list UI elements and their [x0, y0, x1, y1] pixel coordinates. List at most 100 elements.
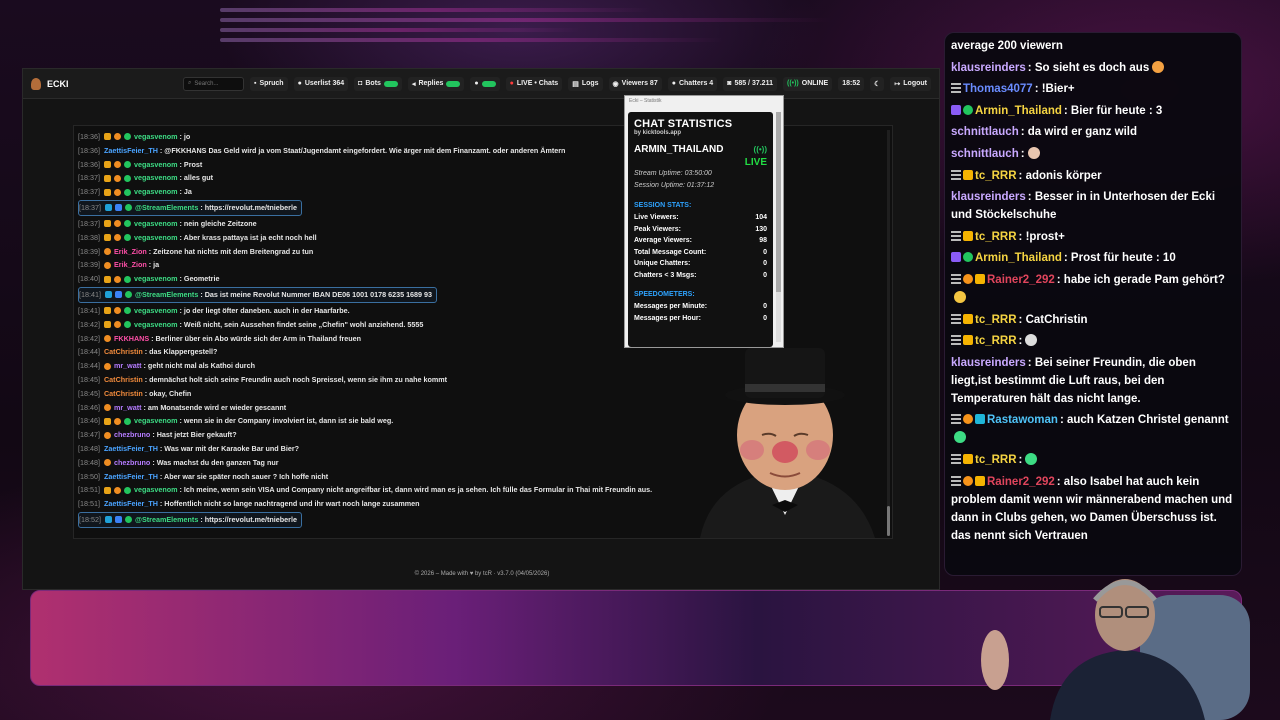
- chat-text: : nein gleiche Zeitzone: [179, 218, 257, 228]
- chat-username[interactable]: ZaettisFeier_TH: [104, 497, 158, 511]
- crown-badge-icon: [963, 335, 973, 346]
- overlay-message: Rainer2_292: habe ich gerade Pam gehört?: [951, 271, 1235, 307]
- theme-toggle[interactable]: ☾: [870, 76, 885, 91]
- chatters-button[interactable]: ● Chatters 4: [667, 76, 718, 91]
- chat-username[interactable]: mr_watt: [114, 401, 142, 415]
- stats-window[interactable]: Ecki – Statistik CHAT STATISTICS by kick…: [624, 95, 784, 348]
- user-badge-icon: [113, 220, 121, 228]
- chat-username[interactable]: FKKHANS: [114, 332, 149, 346]
- user-badge-icon: [114, 516, 122, 524]
- chat-username[interactable]: vegasvenom: [134, 185, 178, 199]
- bots-toggle[interactable]: ◘ Bots: [354, 76, 402, 91]
- chat-username[interactable]: @StreamElements: [135, 201, 198, 215]
- stat-label: Messages per Hour:: [634, 314, 701, 322]
- user-badge-icon: [123, 307, 131, 315]
- viewers-button[interactable]: ◉ Viewers 87: [608, 76, 662, 91]
- chat-username[interactable]: vegasvenom: [134, 304, 178, 318]
- user-badge-icon: [113, 133, 121, 141]
- chat-text: : Ja: [179, 187, 192, 197]
- message-timestamp: [18:51]: [78, 485, 100, 495]
- chatters-icon: ●: [671, 80, 676, 87]
- overlay-username: Armin_Thailand: [975, 252, 1062, 265]
- chat-username[interactable]: mr_watt: [114, 359, 142, 373]
- chat-username[interactable]: vegasvenom: [134, 272, 178, 286]
- stats-scrollbar[interactable]: [776, 112, 781, 342]
- chat-username[interactable]: vegasvenom: [134, 483, 178, 497]
- lines-badge-icon: [951, 414, 961, 425]
- brand[interactable]: ECKI: [31, 77, 177, 90]
- chat-username[interactable]: CatChristin: [104, 373, 143, 387]
- message-timestamp: [18:36]: [78, 132, 100, 141]
- user-badge-icon: [113, 307, 121, 315]
- overlay-message: tc_RRR: !prost+: [951, 228, 1235, 246]
- overlay-message: Rastawoman: auch Katzen Christel genannt: [951, 411, 1235, 447]
- chat-username[interactable]: Erik_Zion: [114, 245, 147, 259]
- message-timestamp: [18:39]: [78, 246, 100, 256]
- stats-live: LIVE: [744, 157, 767, 168]
- stat-value: 98: [759, 237, 767, 244]
- group-toggle[interactable]: ●: [470, 76, 500, 91]
- stat-label: Live Viewers:: [634, 214, 679, 221]
- lines-badge-icon: [951, 83, 961, 94]
- chat-username[interactable]: CatChristin: [104, 345, 143, 359]
- stream-uptime: Stream Uptime: 03:50:00: [634, 170, 712, 177]
- user-badge-icon: [124, 516, 132, 524]
- bots-switch[interactable]: [383, 80, 398, 87]
- stat-row: Live Viewers: 104: [634, 212, 767, 224]
- stat-value: 0: [763, 248, 767, 256]
- webcam-feed: [981, 579, 1250, 720]
- logout-button[interactable]: ↦ Logout: [890, 76, 931, 91]
- chat-username[interactable]: ZaettisFeier_TH: [104, 144, 158, 158]
- chat-username[interactable]: @StreamElements: [135, 513, 198, 527]
- overlay-message: tc_RRR: adonis körper: [951, 167, 1235, 185]
- chat-username[interactable]: CatChristin: [104, 387, 143, 401]
- chat-text: : Was machst du den ganzen Tag nur: [152, 457, 279, 467]
- stat-row: Unique Chatters: 0: [634, 258, 767, 270]
- stats-title: CHAT STATISTICS: [634, 118, 733, 130]
- green-badge-icon: [963, 252, 973, 263]
- message-timestamp: [18:37]: [78, 218, 100, 228]
- chat-username[interactable]: Erik_Zion: [114, 258, 147, 272]
- replies-toggle[interactable]: ◂ Replies: [407, 76, 465, 91]
- stat-value: 130: [755, 225, 767, 233]
- overlay-message: schnittlauch:: [951, 145, 1235, 163]
- live-chats-button[interactable]: ● LIVE • Chats: [505, 76, 563, 91]
- replies-switch[interactable]: [446, 80, 461, 87]
- message-timestamp: [18:40]: [78, 274, 100, 284]
- user-badge-icon: [124, 291, 132, 299]
- purple-badge-icon: [951, 104, 961, 115]
- chat-username[interactable]: ZaettisFeier_TH: [104, 442, 158, 456]
- group-switch[interactable]: [481, 80, 496, 87]
- overlay-text: : So sieht es doch aus: [1027, 61, 1150, 74]
- chat-username[interactable]: vegasvenom: [134, 171, 178, 185]
- chat-username[interactable]: vegasvenom: [134, 318, 178, 332]
- brand-logo-icon: [31, 77, 41, 90]
- chat-text: : das Klappergestell?: [144, 347, 218, 357]
- logs-button[interactable]: ▤ Logs: [568, 76, 603, 91]
- message-count-badge: ◙ 585 / 37.211: [723, 76, 777, 91]
- chat-username[interactable]: vegasvenom: [134, 158, 178, 172]
- message-timestamp: [18:47]: [78, 430, 100, 440]
- spruch-button[interactable]: ▪ Spruch: [249, 76, 288, 91]
- overlay-username: tc_RRR: [975, 335, 1017, 348]
- overlay-message: Thomas4077: !Bier+: [951, 80, 1235, 98]
- user-badge-icon: [103, 334, 111, 342]
- message-timestamp: [18:44]: [78, 347, 100, 357]
- userlist-button[interactable]: ● Userlist 364: [293, 76, 349, 91]
- chat-username[interactable]: vegasvenom: [134, 231, 178, 245]
- chat-username[interactable]: chezbruno: [114, 456, 150, 470]
- user-badge-icon: [104, 516, 112, 524]
- orange-badge-icon: [963, 475, 973, 486]
- message-timestamp: [18:45]: [78, 374, 100, 384]
- search-input[interactable]: ⌕ Search...: [183, 76, 244, 91]
- chat-username[interactable]: vegasvenom: [134, 414, 178, 428]
- overlay-text: : !Bier+: [1034, 83, 1075, 96]
- chat-username[interactable]: chezbruno: [114, 428, 150, 442]
- overlay-username: klausreinders: [951, 191, 1026, 204]
- chat-username[interactable]: @StreamElements: [135, 288, 198, 302]
- chat-username[interactable]: ZaettisFeier_TH: [104, 470, 158, 484]
- chat-username[interactable]: vegasvenom: [134, 217, 178, 231]
- user-badge-icon: [103, 133, 111, 141]
- chat-scrollbar[interactable]: [887, 130, 890, 536]
- chat-username[interactable]: vegasvenom: [134, 130, 178, 144]
